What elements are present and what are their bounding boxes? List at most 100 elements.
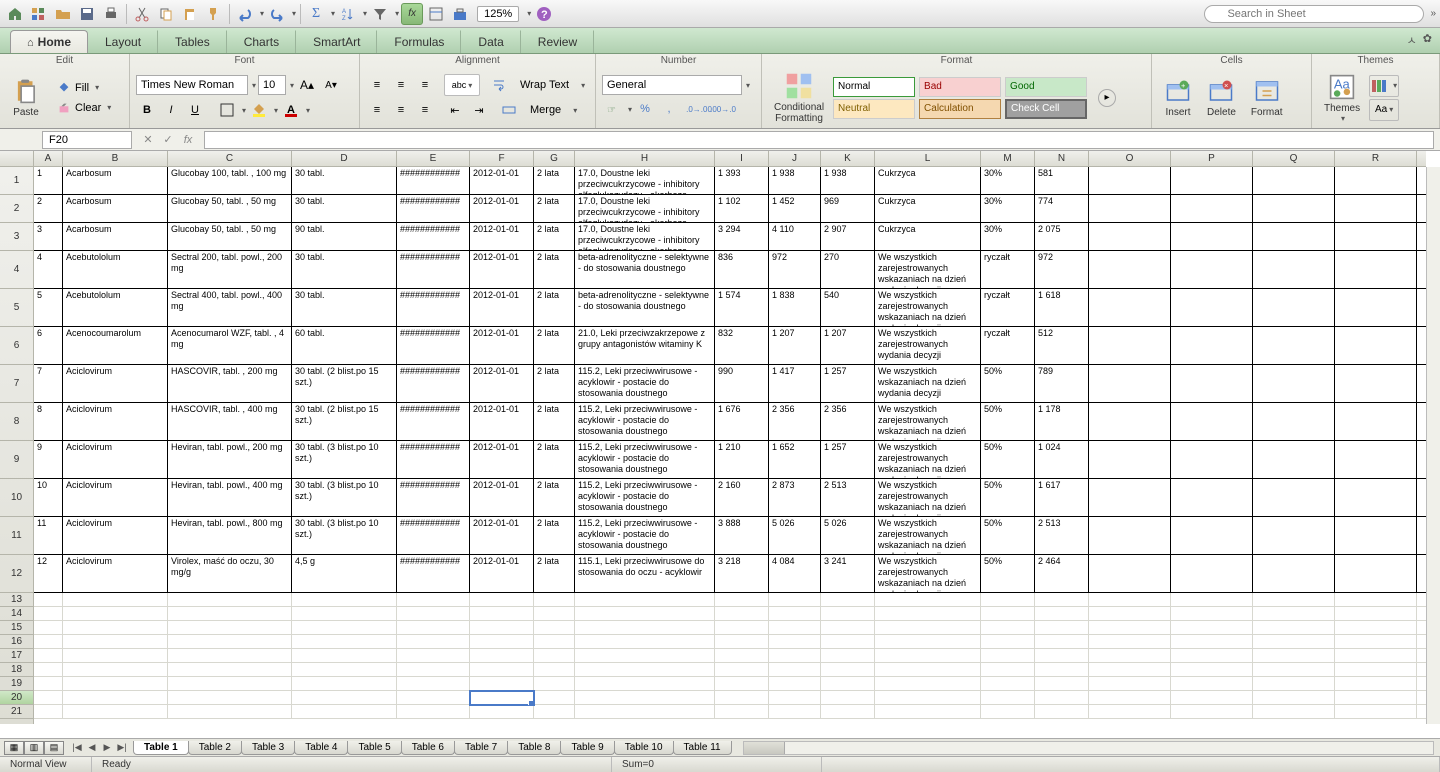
cell[interactable]: 21.0, Leki przeciwzakrzepowe z grupy ant… xyxy=(575,327,715,365)
cell[interactable] xyxy=(292,593,397,607)
cell[interactable] xyxy=(821,691,875,705)
cell[interactable]: ryczałt xyxy=(981,289,1035,327)
cell[interactable]: 30 tabl. xyxy=(292,167,397,195)
cell[interactable] xyxy=(1335,327,1417,365)
sheet-tab[interactable]: Table 6 xyxy=(401,741,455,755)
cell[interactable]: 1 393 xyxy=(715,167,769,195)
cell[interactable] xyxy=(168,691,292,705)
tab-charts[interactable]: Charts xyxy=(227,30,296,53)
cell[interactable] xyxy=(1171,705,1253,719)
tab-home[interactable]: ⌂Home xyxy=(10,30,88,53)
cell[interactable] xyxy=(534,621,575,635)
cell[interactable] xyxy=(1335,251,1417,289)
cell[interactable]: 2 lata xyxy=(534,223,575,251)
cell[interactable]: 1 838 xyxy=(769,289,821,327)
cell[interactable]: 17.0, Doustne leki przeciwcukrzycowe - i… xyxy=(575,167,715,195)
cell[interactable] xyxy=(63,621,168,635)
cell[interactable] xyxy=(1335,441,1417,479)
cell[interactable] xyxy=(63,593,168,607)
cell[interactable] xyxy=(1171,691,1253,705)
cell[interactable] xyxy=(1335,621,1417,635)
settings-gear-icon[interactable]: ✿ xyxy=(1423,32,1432,48)
cell[interactable] xyxy=(63,691,168,705)
cell[interactable] xyxy=(63,607,168,621)
style-bad[interactable]: Bad xyxy=(919,77,1001,97)
cell[interactable] xyxy=(821,677,875,691)
cell[interactable] xyxy=(1253,251,1335,289)
filter-dropdown[interactable]: ▾ xyxy=(395,9,399,18)
cell[interactable]: 1 178 xyxy=(1035,403,1089,441)
cell[interactable] xyxy=(34,621,63,635)
cell[interactable] xyxy=(981,607,1035,621)
cell[interactable]: 2 464 xyxy=(1035,555,1089,593)
cell[interactable]: 1 207 xyxy=(821,327,875,365)
cell[interactable] xyxy=(292,677,397,691)
cell[interactable] xyxy=(34,705,63,719)
cell[interactable]: 2012-01-01 xyxy=(470,479,534,517)
cell[interactable]: 2 lata xyxy=(534,403,575,441)
cell[interactable] xyxy=(34,663,63,677)
increase-indent-icon[interactable]: ⇥ xyxy=(468,99,490,121)
cell[interactable]: Acarbosum xyxy=(63,195,168,223)
zoom-dropdown[interactable]: ▾ xyxy=(527,9,531,18)
cell[interactable] xyxy=(1089,403,1171,441)
cell[interactable] xyxy=(168,705,292,719)
cell[interactable] xyxy=(292,635,397,649)
theme-colors-button[interactable]: ▾ xyxy=(1369,75,1399,97)
cell[interactable] xyxy=(1089,635,1171,649)
cell[interactable] xyxy=(1171,663,1253,677)
tab-tables[interactable]: Tables xyxy=(158,30,227,53)
page-break-view-button[interactable]: ▤ xyxy=(44,741,64,755)
cell[interactable] xyxy=(981,635,1035,649)
tab-data[interactable]: Data xyxy=(461,30,520,53)
cell[interactable] xyxy=(168,607,292,621)
increase-font-icon[interactable]: A▴ xyxy=(296,74,318,96)
cell[interactable] xyxy=(397,677,470,691)
home-icon[interactable] xyxy=(4,3,26,25)
cell[interactable] xyxy=(1171,289,1253,327)
cell[interactable] xyxy=(1253,607,1335,621)
cell[interactable] xyxy=(168,593,292,607)
cell[interactable]: 581 xyxy=(1035,167,1089,195)
cell[interactable] xyxy=(769,649,821,663)
number-format-dropdown[interactable]: ▾ xyxy=(746,81,750,90)
open-icon[interactable] xyxy=(52,3,74,25)
cell[interactable]: 50% xyxy=(981,365,1035,403)
cell[interactable]: ############ xyxy=(397,289,470,327)
cell[interactable] xyxy=(1089,677,1171,691)
cell[interactable] xyxy=(769,635,821,649)
cell[interactable] xyxy=(1089,517,1171,555)
cells-area[interactable]: 1AcarbosumGlucobay 100, tabl. , 100 mg30… xyxy=(34,167,1426,724)
cell[interactable]: 1 938 xyxy=(821,167,875,195)
cell[interactable]: Acebutololum xyxy=(63,251,168,289)
cell[interactable] xyxy=(470,705,534,719)
cell[interactable] xyxy=(875,691,981,705)
cell[interactable] xyxy=(821,649,875,663)
column-headers[interactable]: ABCDEFGHIJKLMNOPQR xyxy=(34,151,1426,167)
row-header[interactable]: 18 xyxy=(0,663,33,677)
fill-button[interactable]: Fill▾ xyxy=(49,79,119,97)
paste-icon[interactable] xyxy=(179,3,201,25)
column-header[interactable]: P xyxy=(1171,151,1253,166)
cell[interactable] xyxy=(1335,479,1417,517)
cell-styles-gallery[interactable]: Normal Bad Good Neutral Calculation Chec… xyxy=(833,77,1089,119)
cell[interactable] xyxy=(470,663,534,677)
cell[interactable]: 50% xyxy=(981,479,1035,517)
cell[interactable]: 30 tabl. xyxy=(292,195,397,223)
cell[interactable] xyxy=(1171,195,1253,223)
cell[interactable]: 1 xyxy=(34,167,63,195)
column-header[interactable]: R xyxy=(1335,151,1417,166)
cell[interactable] xyxy=(34,635,63,649)
cell[interactable] xyxy=(1089,441,1171,479)
cell[interactable] xyxy=(63,663,168,677)
cell[interactable]: ryczałt xyxy=(981,327,1035,365)
row-header[interactable]: 9 xyxy=(0,441,33,479)
cell[interactable]: 972 xyxy=(1035,251,1089,289)
cell[interactable]: 2012-01-01 xyxy=(470,223,534,251)
cell[interactable] xyxy=(1253,195,1335,223)
cell[interactable]: We wszystkich zarejestrowanych wydania d… xyxy=(875,327,981,365)
align-top-icon[interactable]: ≡ xyxy=(366,74,388,96)
accept-formula-icon[interactable]: ✓ xyxy=(158,131,178,149)
cell[interactable]: 2012-01-01 xyxy=(470,251,534,289)
paste-button[interactable]: Paste xyxy=(6,71,46,125)
